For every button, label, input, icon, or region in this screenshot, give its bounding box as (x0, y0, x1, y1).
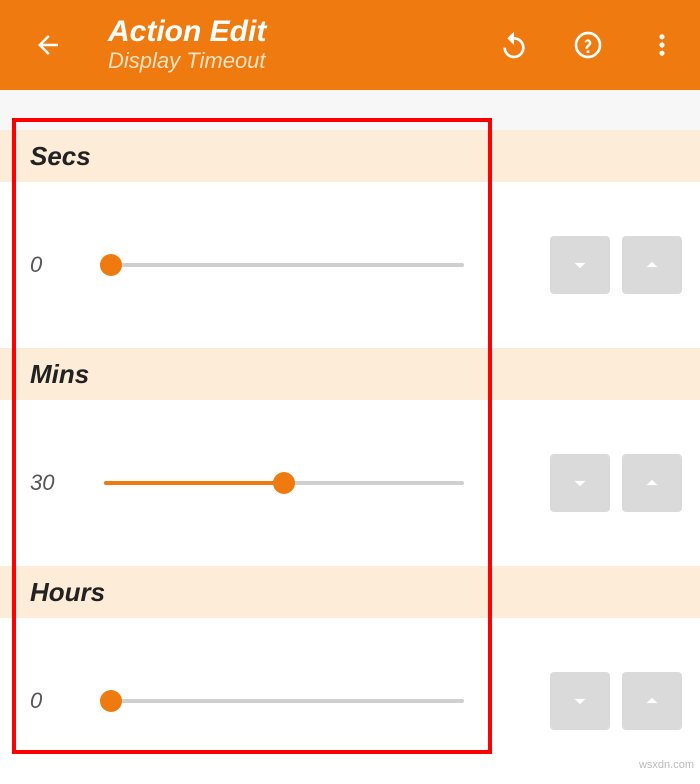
value-hours: 0 (30, 688, 76, 714)
slider-group-hours: 0 (30, 688, 510, 714)
page-subtitle: Display Timeout (108, 48, 484, 74)
slider-secs[interactable] (104, 255, 464, 275)
more-vert-icon (648, 31, 676, 59)
appbar-actions (494, 25, 682, 65)
slider-thumb[interactable] (100, 254, 122, 276)
section-header-secs: Secs (0, 130, 700, 182)
help-button[interactable] (568, 25, 608, 65)
slider-fill (104, 481, 284, 485)
row-mins: 30 (0, 400, 700, 566)
appbar-titles: Action Edit Display Timeout (108, 16, 484, 74)
slider-group-mins: 30 (30, 470, 510, 496)
slider-group-secs: 0 (30, 252, 510, 278)
chevron-up-icon (639, 252, 665, 278)
increment-secs-button[interactable] (622, 236, 682, 294)
section-header-hours: Hours (0, 566, 700, 618)
chevron-up-icon (639, 470, 665, 496)
arrow-left-icon (33, 30, 63, 60)
page-title: Action Edit (108, 16, 484, 48)
appbar: Action Edit Display Timeout (0, 0, 700, 90)
stepper-hours (550, 672, 682, 730)
revert-button[interactable] (494, 25, 534, 65)
section-label: Secs (30, 141, 91, 172)
slider-hours[interactable] (104, 691, 464, 711)
overflow-menu-button[interactable] (642, 25, 682, 65)
chevron-up-icon (639, 688, 665, 714)
stepper-mins (550, 454, 682, 512)
section-label: Mins (30, 359, 89, 390)
back-button[interactable] (28, 25, 68, 65)
slider-thumb[interactable] (273, 472, 295, 494)
value-secs: 0 (30, 252, 76, 278)
section-header-mins: Mins (0, 348, 700, 400)
decrement-mins-button[interactable] (550, 454, 610, 512)
slider-track (104, 263, 464, 267)
slider-mins[interactable] (104, 473, 464, 493)
section-label: Hours (30, 577, 105, 608)
watermark: wsxdn.com (639, 759, 694, 771)
stepper-secs (550, 236, 682, 294)
row-secs: 0 (0, 182, 700, 348)
increment-hours-button[interactable] (622, 672, 682, 730)
slider-thumb[interactable] (100, 690, 122, 712)
content: Secs 0 Mins 30 (0, 90, 700, 784)
undo-icon (498, 29, 530, 61)
value-mins: 30 (30, 470, 76, 496)
divider (0, 100, 700, 130)
help-icon (572, 29, 604, 61)
decrement-hours-button[interactable] (550, 672, 610, 730)
chevron-down-icon (567, 688, 593, 714)
chevron-down-icon (567, 470, 593, 496)
row-hours: 0 (0, 618, 700, 784)
increment-mins-button[interactable] (622, 454, 682, 512)
slider-track (104, 699, 464, 703)
decrement-secs-button[interactable] (550, 236, 610, 294)
chevron-down-icon (567, 252, 593, 278)
